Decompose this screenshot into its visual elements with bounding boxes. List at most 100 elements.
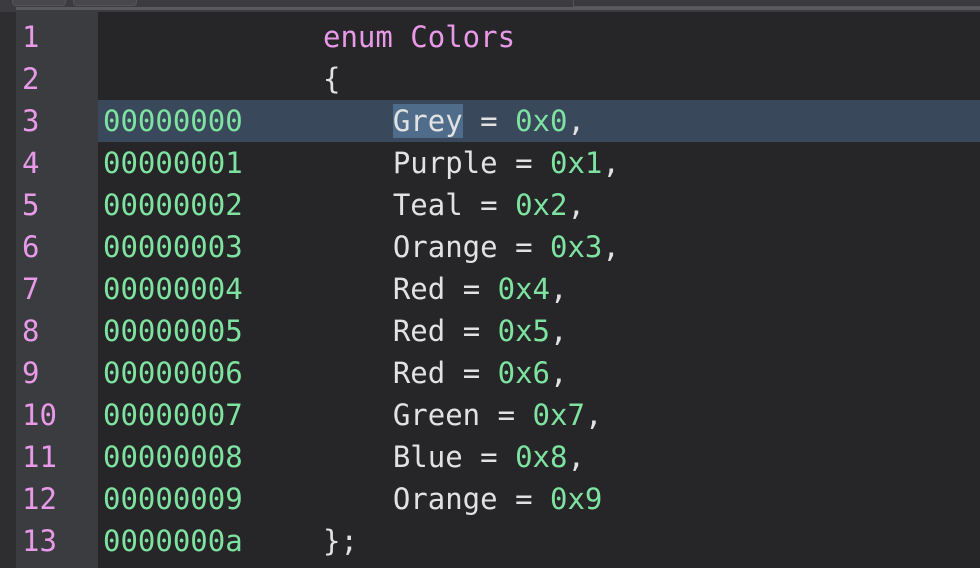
operator: = (497, 230, 550, 264)
line-number: 4 (22, 146, 40, 180)
address: 00000007 (103, 398, 243, 432)
line-number: 7 (22, 272, 40, 306)
value: 0x0 (515, 104, 568, 138)
source-text: Red = 0x4, (323, 268, 568, 310)
punctuation: , (602, 230, 620, 264)
value: 0x9 (550, 482, 603, 516)
identifier: Red (392, 272, 446, 306)
punctuation: , (567, 104, 585, 138)
code-line[interactable]: 8 00000005 Red = 0x5, (16, 310, 980, 352)
value: 0x2 (515, 188, 568, 222)
line-number: 9 (22, 356, 40, 390)
code-line[interactable]: 3 00000000 Grey = 0x0, (16, 100, 980, 142)
code-line[interactable]: 11 00000008 Blue = 0x8, (16, 436, 980, 478)
code-line[interactable]: 13 0000000a}; (16, 520, 980, 562)
source-text: Green = 0x7, (323, 394, 603, 436)
value: 0x6 (497, 356, 551, 390)
identifier: Purple (392, 146, 498, 180)
line-background (98, 16, 980, 58)
identifier: Grey (392, 104, 463, 138)
source-text: Orange = 0x3, (323, 226, 620, 268)
source-text: Red = 0x5, (323, 310, 568, 352)
line-number: 10 (22, 398, 57, 432)
punctuation: , (550, 314, 568, 348)
source-text: Teal = 0x2, (323, 184, 585, 226)
value: 0x4 (497, 272, 551, 306)
code-line[interactable]: 6 00000003 Orange = 0x3, (16, 226, 980, 268)
line-number: 3 (22, 104, 40, 138)
operator: = (462, 440, 516, 474)
toolbar-button[interactable] (73, 0, 137, 6)
line-number: 5 (22, 188, 40, 222)
address: 00000000 (103, 104, 243, 138)
identifier: }; (323, 524, 358, 558)
operator: = (480, 398, 533, 432)
left-strip (0, 12, 17, 568)
address: 00000006 (103, 356, 243, 390)
punctuation: , (567, 440, 585, 474)
operator: = (497, 146, 550, 180)
identifier: { (323, 62, 341, 96)
line-number: 8 (22, 314, 40, 348)
value: 0x1 (550, 146, 603, 180)
identifier: Blue (392, 440, 463, 474)
line-number: 1 (22, 20, 40, 54)
identifier: Teal (392, 188, 463, 222)
operator: = (445, 356, 498, 390)
value: 0x7 (532, 398, 585, 432)
source-text: Grey = 0x0, (323, 100, 585, 142)
punctuation: , (602, 146, 620, 180)
source-text: Orange = 0x9 (323, 478, 603, 520)
address: 00000003 (103, 230, 243, 264)
code-line[interactable]: 2{ (16, 58, 980, 100)
code-line[interactable]: 9 00000006 Red = 0x6, (16, 352, 980, 394)
source-text: Blue = 0x8, (323, 436, 585, 478)
code-line[interactable]: 12 00000009 Orange = 0x9 (16, 478, 980, 520)
line-background (98, 58, 980, 100)
operator: = (462, 188, 516, 222)
line-number: 13 (22, 524, 57, 558)
top-toolbar (0, 0, 980, 12)
keyword: enum Colors (323, 20, 516, 54)
identifier: Green (392, 398, 481, 432)
address: 00000008 (103, 440, 243, 474)
code-line[interactable]: 7 00000004 Red = 0x4, (16, 268, 980, 310)
identifier: Red (392, 314, 446, 348)
line-number: 12 (22, 482, 57, 516)
address: 00000004 (103, 272, 243, 306)
operator: = (445, 272, 498, 306)
right-panel-header (573, 0, 980, 7)
identifier: Orange (392, 230, 498, 264)
operator: = (445, 314, 498, 348)
source-text: Purple = 0x1, (323, 142, 620, 184)
address: 0000000a (103, 524, 243, 558)
punctuation: , (550, 356, 568, 390)
divider (16, 7, 980, 10)
punctuation: , (567, 188, 585, 222)
identifier: Red (392, 356, 446, 390)
value: 0x8 (515, 440, 568, 474)
value: 0x3 (550, 230, 603, 264)
address: 00000009 (103, 482, 243, 516)
value: 0x5 (497, 314, 551, 348)
line-number: 2 (22, 62, 40, 96)
line-number: 11 (22, 440, 57, 474)
address: 00000001 (103, 146, 243, 180)
address: 00000005 (103, 314, 243, 348)
source-text: { (323, 58, 340, 100)
toolbar-button[interactable] (12, 0, 66, 6)
code-line[interactable]: 4 00000001 Purple = 0x1, (16, 142, 980, 184)
identifier: Orange (392, 482, 498, 516)
code-line[interactable]: 1 enum Colors (16, 16, 980, 58)
address: 00000002 (103, 188, 243, 222)
code-line[interactable]: 10 00000007 Green = 0x7, (16, 394, 980, 436)
code-line[interactable]: 5 00000002 Teal = 0x2, (16, 184, 980, 226)
